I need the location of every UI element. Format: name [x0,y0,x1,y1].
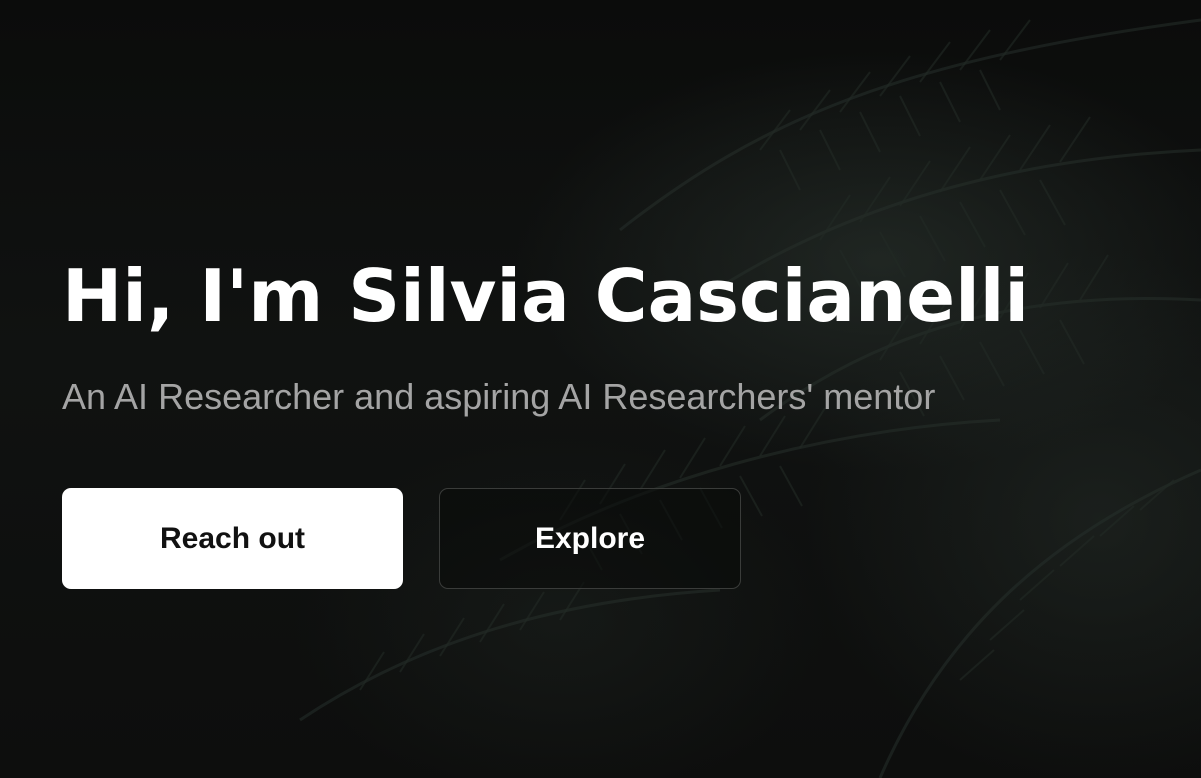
hero-headline: Hi, I'm Silvia Cascianelli [62,254,1030,338]
explore-button[interactable]: Explore [439,488,741,589]
reach-out-button[interactable]: Reach out [62,488,403,589]
hero-subtitle: An AI Researcher and aspiring AI Researc… [62,376,936,417]
hero-content: Hi, I'm Silvia Cascianelli An AI Researc… [62,248,1162,420]
hero-section: Hi, I'm Silvia Cascianelli An AI Researc… [0,0,1201,778]
